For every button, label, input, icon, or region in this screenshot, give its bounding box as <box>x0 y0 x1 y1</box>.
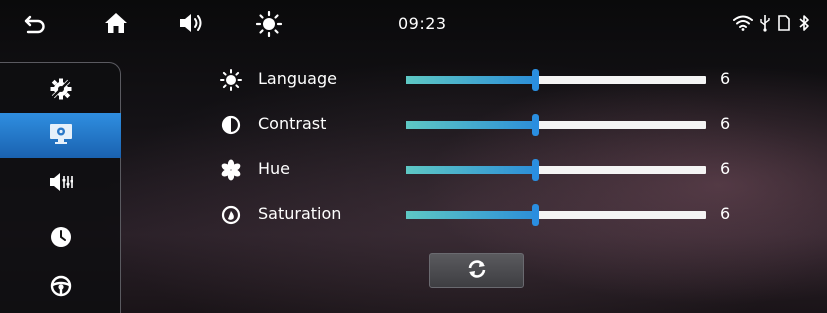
reset-button[interactable] <box>429 253 524 288</box>
setting-value: 6 <box>720 159 731 178</box>
contrast-slider[interactable] <box>406 114 706 136</box>
brightness-icon <box>220 69 242 91</box>
setting-value: 6 <box>720 204 731 223</box>
sidebar-item-sound[interactable] <box>0 161 121 206</box>
setting-label: Hue <box>258 159 291 178</box>
saturation-slider[interactable] <box>406 204 706 226</box>
wifi-icon <box>733 14 753 32</box>
slider-thumb[interactable] <box>531 159 539 181</box>
sidebar-item-display[interactable] <box>0 113 121 158</box>
slider-fill <box>406 121 535 129</box>
contrast-icon <box>220 114 242 136</box>
reset-icon <box>467 259 487 282</box>
sidebar-item-time[interactable] <box>0 216 121 261</box>
setting-value: 6 <box>720 114 731 133</box>
sidebar-item-general[interactable] <box>0 68 121 113</box>
setting-label: Saturation <box>258 204 342 223</box>
sidebar-item-steering[interactable] <box>0 265 121 310</box>
screen: 09:23 Language 6 Contrast 6 Hue 6 Satura… <box>0 0 827 313</box>
setting-label: Language <box>258 69 337 88</box>
usb-icon <box>758 13 772 33</box>
brightness-icon[interactable] <box>256 11 282 37</box>
saturation-icon <box>220 204 242 226</box>
setting-row-language: Language 6 <box>220 65 780 95</box>
sd-card-icon <box>777 14 791 32</box>
steering-wheel-icon <box>50 275 72 301</box>
hue-slider[interactable] <box>406 159 706 181</box>
settings-sidebar <box>0 62 121 313</box>
setting-row-hue: Hue 6 <box>220 155 780 185</box>
general-settings-icon <box>50 78 72 104</box>
setting-value: 6 <box>720 69 731 88</box>
home-icon[interactable] <box>103 11 129 35</box>
bluetooth-icon <box>797 13 811 33</box>
hue-icon <box>220 159 242 181</box>
back-icon[interactable] <box>22 13 48 35</box>
clock: 09:23 <box>398 14 447 33</box>
slider-fill <box>406 76 535 84</box>
display-settings-icon <box>49 123 73 149</box>
setting-label: Contrast <box>258 114 327 133</box>
clock-settings-icon <box>50 226 72 252</box>
setting-row-contrast: Contrast 6 <box>220 110 780 140</box>
language-slider[interactable] <box>406 69 706 91</box>
slider-thumb[interactable] <box>531 204 539 226</box>
sound-settings-icon <box>49 172 73 196</box>
slider-thumb[interactable] <box>531 114 539 136</box>
slider-thumb[interactable] <box>531 69 539 91</box>
volume-icon[interactable] <box>178 12 206 34</box>
slider-fill <box>406 166 535 174</box>
slider-fill <box>406 211 535 219</box>
setting-row-saturation: Saturation 6 <box>220 200 780 230</box>
